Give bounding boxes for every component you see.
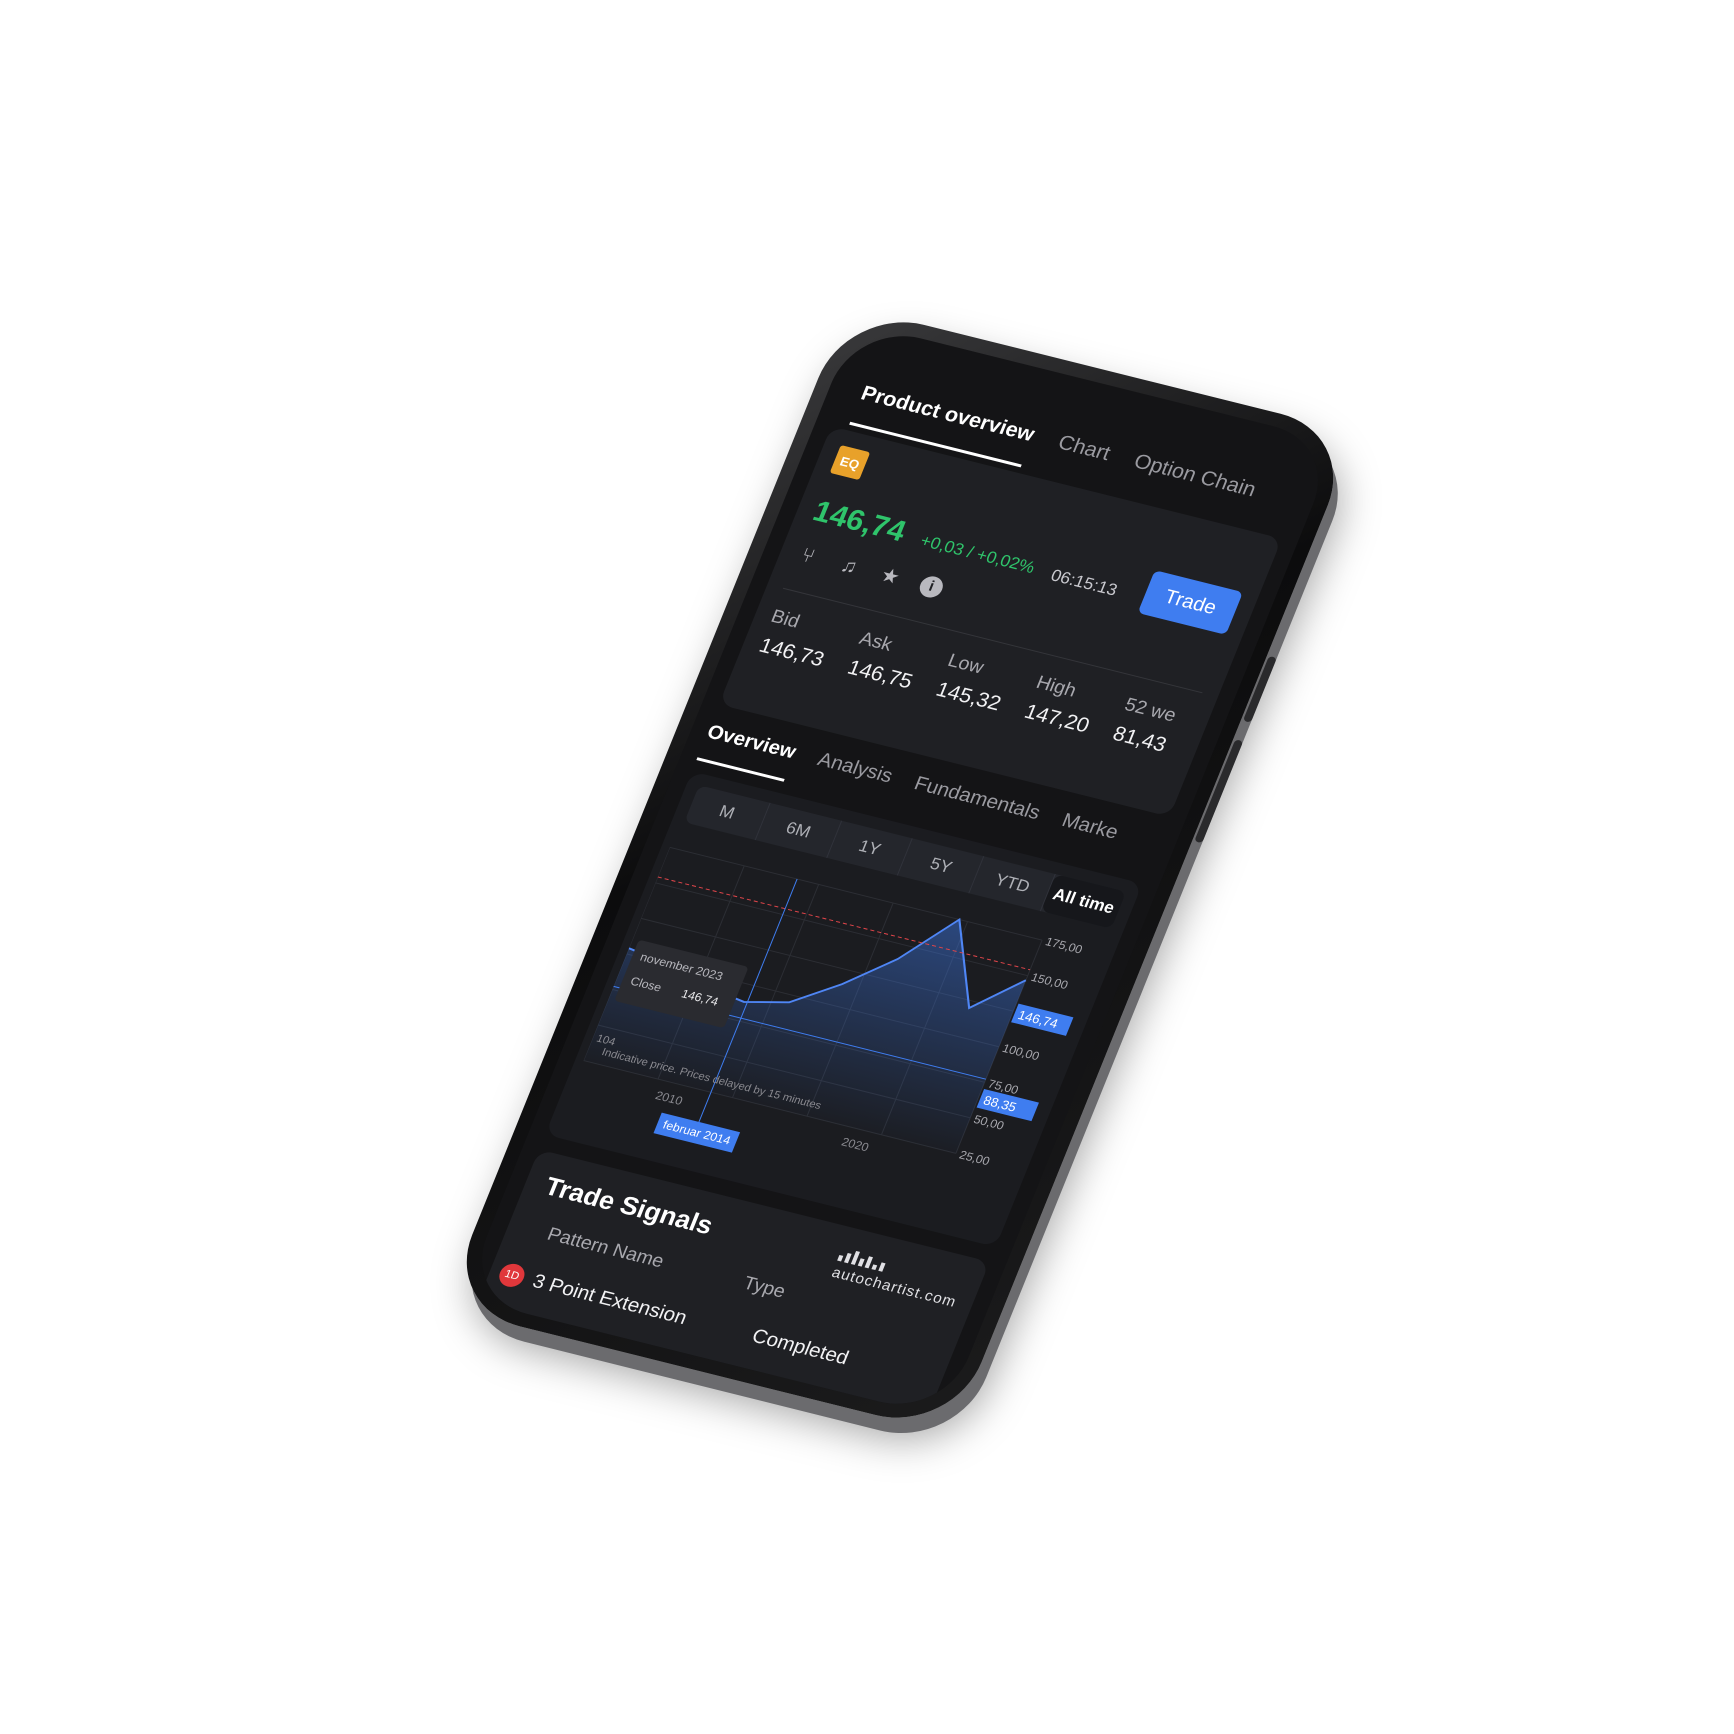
stat-value: 146,75 [844,656,916,694]
col-pattern-name: Pattern Name [544,1224,667,1273]
stat-high: High 147,20 [1021,672,1104,738]
share-icon[interactable]: ⑂ [793,543,823,569]
y-tick-label: 100,00 [1000,1041,1041,1063]
stat-ask: Ask 146,75 [844,628,927,694]
stat-52-week: 52 we 81,43 [1109,694,1181,757]
stat-bid: Bid 146,73 [755,606,838,672]
stat-label: 52 we [1121,694,1180,727]
stage: Product overview Chart Option Chain EQ 1… [0,0,1734,1734]
last-price: 146,74 [808,495,911,549]
eq-badge: EQ [829,444,871,481]
y-tick-label: 25,00 [957,1148,992,1168]
trade-button[interactable]: Trade [1137,570,1244,635]
screen: Product overview Chart Option Chain EQ 1… [461,322,1339,1418]
y-tick-label: 175,00 [1043,935,1084,957]
stat-value: 147,20 [1021,700,1093,738]
y-tick-label: 150,00 [1029,970,1070,992]
quote-stats: Bid 146,73 Ask 146,75 Low 145,32 High 14… [755,606,1202,763]
stat-value: 145,32 [932,678,1005,716]
autochartist-logo[interactable]: autochartist.com [829,1248,966,1311]
tab-market[interactable]: Marke [1051,810,1122,863]
col-type: Type [740,1272,789,1303]
stat-low: Low 145,32 [932,650,1015,716]
phone-frame: Product overview Chart Option Chain EQ 1… [442,305,1358,1435]
volume-up-button [1242,655,1277,723]
bell-icon[interactable]: ♫ [834,554,864,580]
logo-text: autochartist.com [829,1264,960,1311]
stat-value: 81,43 [1109,722,1170,757]
tab-overview[interactable]: Overview [696,721,800,782]
price-change: +0,03 / +0,02% [917,531,1038,577]
timeframe-badge: 1D [495,1261,529,1290]
tab-analysis[interactable]: Analysis [807,749,896,806]
x-tick-2020: 2020 [840,1135,872,1155]
info-icon[interactable]: i [916,574,947,600]
signal-type: Completed [748,1324,853,1369]
quote-time: 06:15:13 [1048,565,1121,600]
x-tick-2010: 2010 [653,1088,685,1108]
tab-chart[interactable]: Chart [1046,431,1114,486]
quote-actions: ⑂ ♫ ★ i [793,543,947,600]
stat-value: 146,73 [755,634,828,672]
y-tick-label: 50,00 [972,1112,1007,1132]
range-all-time[interactable]: All time [1040,874,1127,929]
star-icon[interactable]: ★ [875,564,905,590]
signal-pattern: 3 Point Extension [529,1270,691,1329]
